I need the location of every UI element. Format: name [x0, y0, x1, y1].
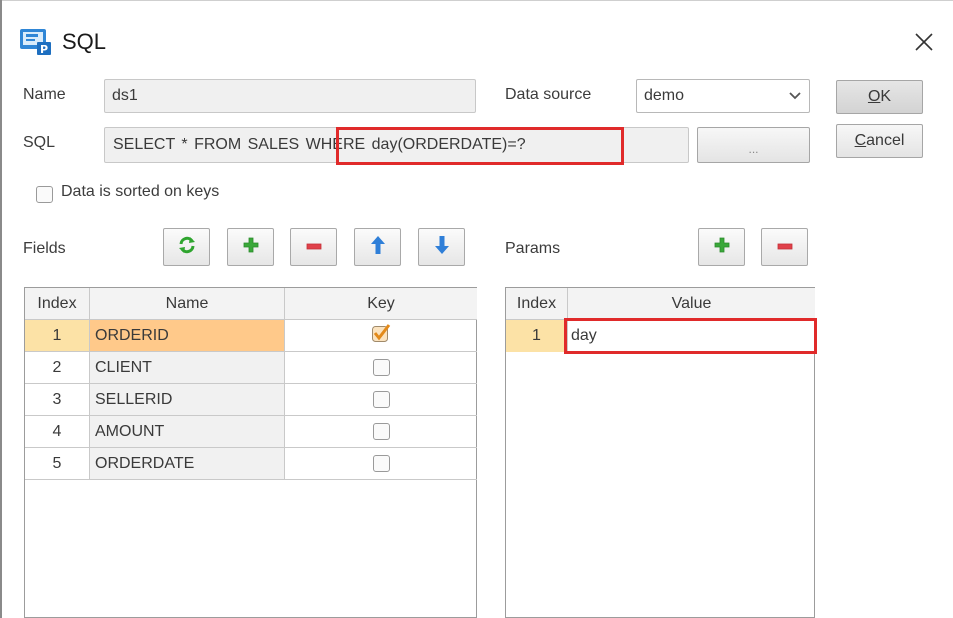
fields-col-key[interactable]: Key	[285, 288, 477, 320]
field-key-cell[interactable]	[285, 320, 477, 352]
param-value-cell[interactable]: day	[568, 320, 815, 352]
fields-label: Fields	[23, 240, 66, 257]
sorted-checkbox-label: Data is sorted on keys	[61, 183, 220, 200]
ok-button-label: OK	[867, 88, 892, 105]
move-down-icon	[434, 235, 450, 260]
sql-label: SQL	[23, 134, 56, 151]
name-input[interactable]: ds1	[104, 79, 476, 113]
cancel-button-label: Cancel	[854, 132, 905, 149]
field-name-cell[interactable]: CLIENT	[90, 352, 285, 384]
refresh-button[interactable]	[163, 228, 210, 266]
sql-browse-button[interactable]: ...	[697, 127, 810, 163]
key-checkbox[interactable]	[372, 359, 390, 376]
key-checkbox[interactable]	[372, 391, 390, 408]
sql-input-value: SELECT * FROM SALES WHERE day(ORDERDATE)…	[113, 136, 526, 153]
fields-table[interactable]: Index Name Key 1 ORDERID 2 CLIENT 3 SELL…	[24, 287, 477, 618]
close-icon[interactable]	[910, 28, 938, 56]
move-up-icon	[370, 235, 386, 260]
sorted-checkbox[interactable]	[36, 186, 53, 203]
key-checkbox[interactable]	[372, 455, 390, 472]
field-key-cell[interactable]	[285, 448, 477, 480]
ok-button[interactable]: OK	[836, 80, 923, 114]
sql-input[interactable]: SELECT * FROM SALES WHERE day(ORDERDATE)…	[104, 127, 689, 163]
param-index-cell[interactable]: 1	[506, 320, 568, 352]
key-checkbox[interactable]	[372, 423, 390, 440]
remove-icon	[306, 238, 322, 256]
chevron-down-icon	[789, 87, 801, 105]
add-icon	[714, 237, 730, 258]
field-key-cell[interactable]	[285, 384, 477, 416]
field-name-cell[interactable]: ORDERDATE	[90, 448, 285, 480]
key-checkbox-checked[interactable]	[371, 323, 391, 348]
field-key-cell[interactable]	[285, 416, 477, 448]
field-index-cell[interactable]: 3	[25, 384, 90, 416]
sql-dataset-icon: P	[19, 27, 53, 57]
window-title: SQL	[62, 29, 107, 54]
name-input-value: ds1	[112, 87, 138, 104]
field-index-cell[interactable]: 1	[25, 320, 90, 352]
params-col-index[interactable]: Index	[506, 288, 568, 320]
datasource-label: Data source	[505, 86, 592, 103]
window-top-border	[0, 0, 953, 1]
refresh-icon	[177, 235, 197, 260]
remove-icon	[777, 238, 793, 256]
sql-browse-label: ...	[748, 142, 759, 156]
datasource-select[interactable]: demo	[636, 79, 810, 113]
fields-col-index[interactable]: Index	[25, 288, 90, 320]
name-label: Name	[23, 86, 66, 103]
field-index-cell[interactable]: 4	[25, 416, 90, 448]
field-key-cell[interactable]	[285, 352, 477, 384]
field-index-cell[interactable]: 2	[25, 352, 90, 384]
move-up-button[interactable]	[354, 228, 401, 266]
fields-col-name[interactable]: Name	[90, 288, 285, 320]
remove-field-button[interactable]	[290, 228, 337, 266]
add-param-button[interactable]	[698, 228, 745, 266]
params-table[interactable]: Index Value 1 day	[505, 287, 815, 618]
remove-param-button[interactable]	[761, 228, 808, 266]
field-name-cell[interactable]: SELLERID	[90, 384, 285, 416]
field-index-cell[interactable]: 5	[25, 448, 90, 480]
cancel-button[interactable]: Cancel	[836, 124, 923, 158]
add-icon	[243, 237, 259, 258]
params-col-value[interactable]: Value	[568, 288, 815, 320]
params-label: Params	[505, 240, 561, 257]
window-left-border	[0, 0, 2, 618]
field-name-cell[interactable]: AMOUNT	[90, 416, 285, 448]
add-field-button[interactable]	[227, 228, 274, 266]
move-down-button[interactable]	[418, 228, 465, 266]
field-name-cell[interactable]: ORDERID	[90, 320, 285, 352]
datasource-value: demo	[644, 87, 685, 104]
svg-text:P: P	[40, 43, 48, 56]
